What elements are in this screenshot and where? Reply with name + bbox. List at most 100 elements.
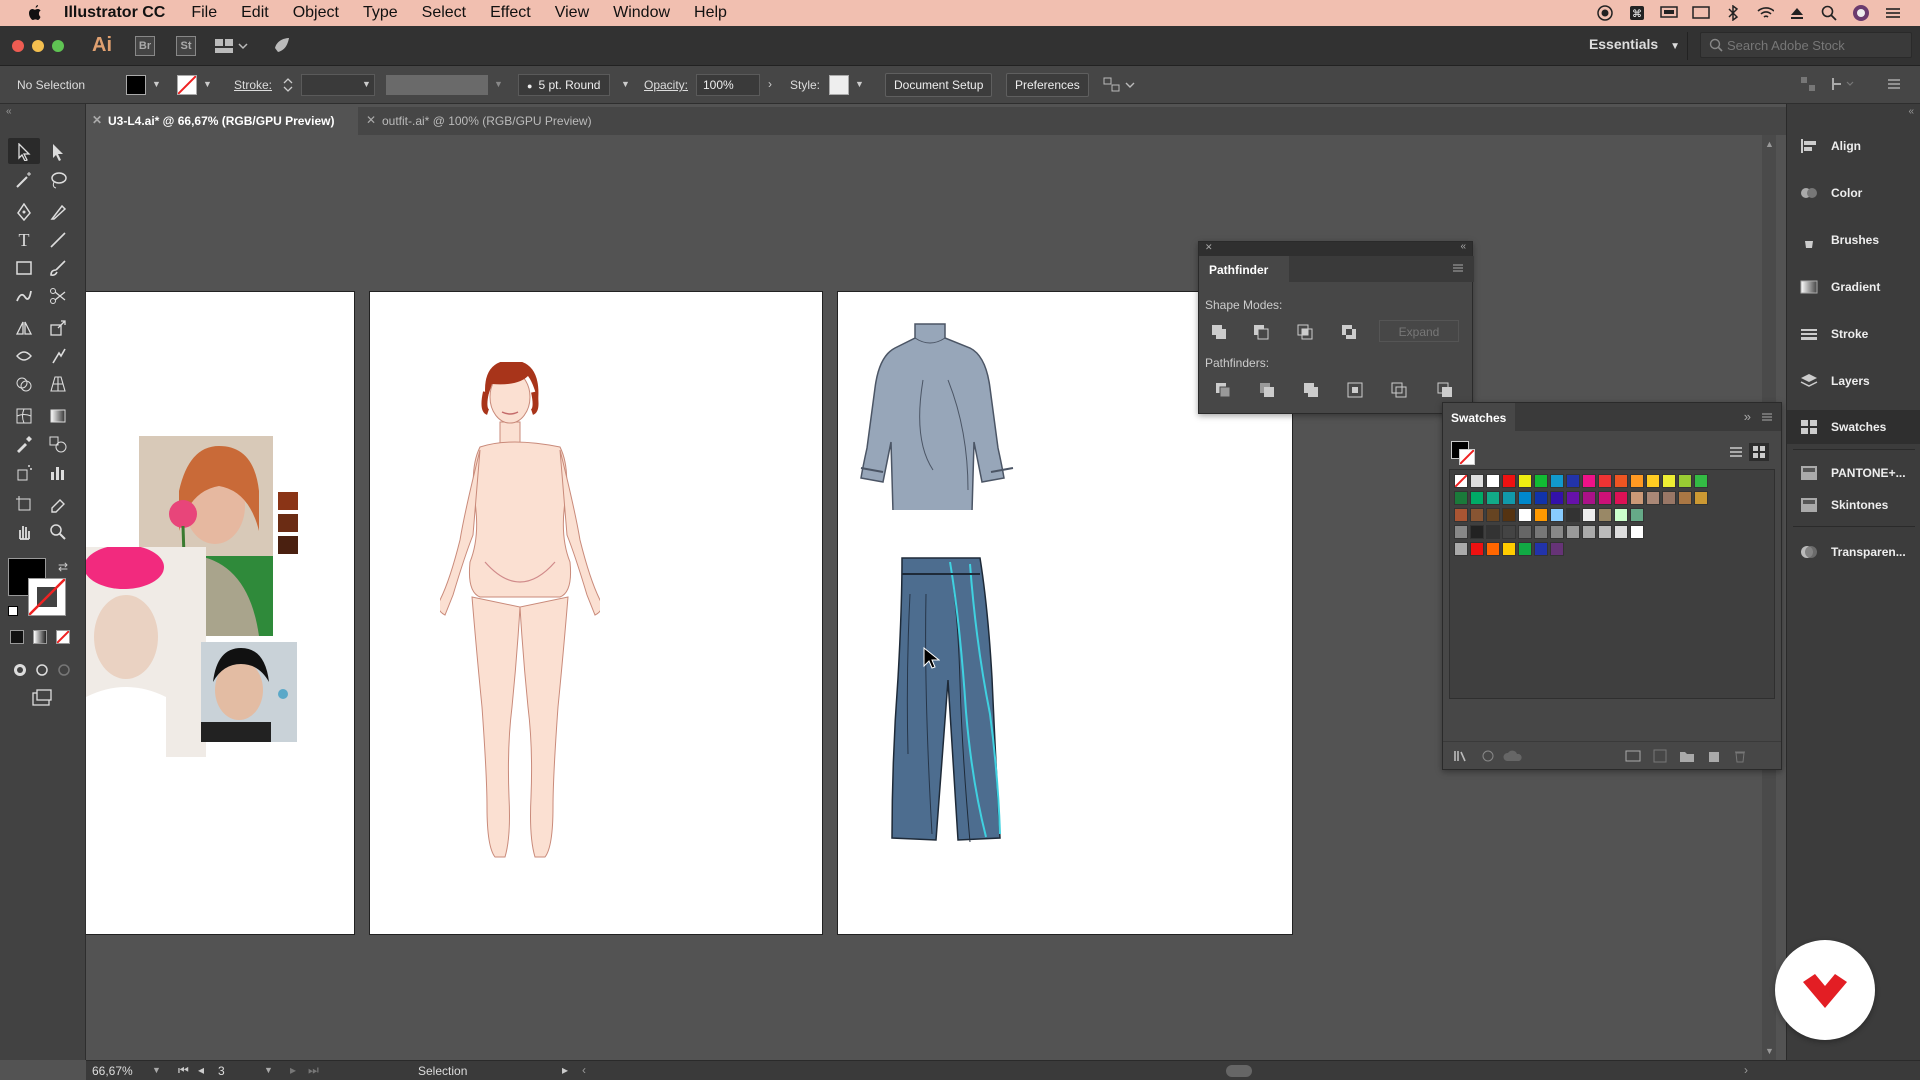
color-swatch[interactable] bbox=[1630, 525, 1644, 539]
color-swatch[interactable] bbox=[1614, 508, 1628, 522]
search-stock-input[interactable]: Search Adobe Stock bbox=[1700, 32, 1912, 58]
color-swatch[interactable] bbox=[1662, 491, 1676, 505]
last-artboard-icon[interactable]: ⏭ bbox=[308, 1063, 319, 1078]
draw-normal-icon[interactable] bbox=[8, 658, 32, 682]
menu-file[interactable]: File bbox=[191, 4, 217, 22]
dock-stroke[interactable]: Stroke bbox=[1787, 317, 1920, 351]
color-swatch[interactable] bbox=[1486, 491, 1500, 505]
color-swatch[interactable] bbox=[1518, 525, 1532, 539]
horizontal-scroll-thumb[interactable] bbox=[1226, 1065, 1252, 1077]
menu-type[interactable]: Type bbox=[363, 4, 398, 22]
color-swatch[interactable] bbox=[1454, 491, 1468, 505]
menu-object[interactable]: Object bbox=[293, 4, 339, 22]
color-swatch[interactable] bbox=[1534, 508, 1548, 522]
chevron-down-icon[interactable]: ▼ bbox=[152, 79, 161, 89]
dock-brushes[interactable]: Brushes bbox=[1787, 223, 1920, 257]
color-swatch[interactable] bbox=[1454, 474, 1468, 488]
pen-tool-icon[interactable] bbox=[12, 200, 36, 224]
gradient-tool-icon[interactable] bbox=[46, 404, 70, 428]
curvature-tool-icon[interactable] bbox=[46, 200, 70, 224]
swap-colors-icon[interactable]: ⇄ bbox=[58, 560, 68, 574]
document-setup-button[interactable]: Document Setup bbox=[885, 73, 993, 97]
chevron-down-icon[interactable]: ▼ bbox=[621, 79, 630, 89]
color-swatch[interactable] bbox=[1534, 491, 1548, 505]
graphic-style-swatch[interactable] bbox=[829, 75, 849, 95]
scroll-down-icon[interactable]: ▼ bbox=[1765, 1046, 1774, 1056]
color-swatch[interactable] bbox=[1534, 474, 1548, 488]
command-icon[interactable]: ⌘ bbox=[1628, 4, 1646, 22]
color-swatch[interactable] bbox=[1470, 491, 1484, 505]
puppet-warp-tool-icon[interactable] bbox=[46, 344, 70, 368]
color-swatch[interactable] bbox=[1518, 491, 1532, 505]
dock-gradient[interactable]: Gradient bbox=[1787, 270, 1920, 304]
close-tab-icon[interactable]: ✕ bbox=[366, 113, 376, 127]
color-swatch[interactable] bbox=[1582, 491, 1596, 505]
color-swatch[interactable] bbox=[1470, 525, 1484, 539]
intersect-icon[interactable] bbox=[1295, 322, 1315, 342]
color-swatch[interactable] bbox=[1486, 508, 1500, 522]
zoom-level[interactable]: 66,67% bbox=[92, 1064, 133, 1078]
grid-view-icon[interactable] bbox=[1749, 443, 1769, 461]
app-name-menu[interactable]: Illustrator CC bbox=[64, 4, 165, 22]
blend-tool-icon[interactable] bbox=[46, 432, 70, 456]
color-swatch[interactable] bbox=[1550, 474, 1564, 488]
previous-artboard-icon[interactable]: ◂ bbox=[198, 1063, 204, 1077]
align-options-icon[interactable] bbox=[1102, 75, 1136, 98]
color-swatch[interactable] bbox=[1566, 508, 1580, 522]
chevron-down-icon[interactable]: ▼ bbox=[855, 79, 864, 89]
eyedropper-tool-icon[interactable] bbox=[12, 432, 36, 456]
trim-icon[interactable] bbox=[1257, 380, 1277, 400]
color-swatch[interactable] bbox=[1518, 474, 1532, 488]
color-swatch[interactable] bbox=[1550, 542, 1564, 556]
stroke-label[interactable]: Stroke: bbox=[234, 78, 272, 92]
panel-menu-icon[interactable] bbox=[1886, 76, 1902, 95]
new-color-group-icon[interactable] bbox=[1679, 749, 1695, 766]
zoom-window-button[interactable] bbox=[52, 40, 64, 52]
color-swatch[interactable] bbox=[1470, 508, 1484, 522]
menu-edit[interactable]: Edit bbox=[241, 4, 269, 22]
color-swatch[interactable] bbox=[1502, 525, 1516, 539]
dock-align[interactable]: Align bbox=[1787, 129, 1920, 163]
delete-swatch-icon[interactable] bbox=[1733, 749, 1747, 766]
scroll-left-icon[interactable]: ‹ bbox=[582, 1063, 586, 1077]
reflect-tool-icon[interactable] bbox=[12, 316, 36, 340]
color-swatch[interactable] bbox=[1518, 542, 1532, 556]
bluetooth-icon[interactable] bbox=[1724, 4, 1742, 22]
scroll-right-icon[interactable]: › bbox=[1744, 1063, 1748, 1077]
new-swatch-icon[interactable] bbox=[1707, 749, 1721, 766]
color-mode-icon[interactable] bbox=[10, 630, 24, 644]
stroke-swatch[interactable] bbox=[1459, 449, 1475, 465]
eraser-tool-icon[interactable] bbox=[46, 492, 70, 516]
type-tool-icon[interactable]: T bbox=[12, 228, 36, 252]
moodboard-photo-pink-hat[interactable] bbox=[86, 545, 206, 757]
color-swatch[interactable] bbox=[1614, 474, 1628, 488]
chevron-down-icon[interactable]: ▼ bbox=[362, 79, 371, 89]
minimize-window-button[interactable] bbox=[32, 40, 44, 52]
color-swatch[interactable] bbox=[1662, 474, 1676, 488]
collapse-dock-icon[interactable]: « bbox=[1908, 106, 1914, 117]
stroke-weight-stepper[interactable] bbox=[281, 75, 295, 95]
exclude-icon[interactable] bbox=[1339, 322, 1359, 342]
menu-view[interactable]: View bbox=[555, 4, 589, 22]
screen-mirror-icon[interactable] bbox=[1660, 4, 1678, 22]
color-swatch[interactable] bbox=[1566, 474, 1580, 488]
color-swatch[interactable] bbox=[1678, 491, 1692, 505]
artboard-croquis[interactable] bbox=[369, 291, 823, 935]
bridge-button[interactable]: Br bbox=[135, 36, 155, 56]
opacity-label[interactable]: Opacity: bbox=[644, 78, 688, 92]
color-swatch[interactable] bbox=[1582, 474, 1596, 488]
rectangle-tool-icon[interactable] bbox=[12, 256, 36, 280]
swatches-tab[interactable]: Swatches bbox=[1443, 403, 1515, 431]
color-swatch[interactable] bbox=[1598, 474, 1612, 488]
record-icon[interactable] bbox=[1596, 4, 1614, 22]
color-swatch[interactable] bbox=[1454, 525, 1468, 539]
selection-tool-icon[interactable] bbox=[12, 140, 36, 164]
chevron-down-icon[interactable]: ▼ bbox=[152, 1065, 161, 1075]
color-swatch[interactable] bbox=[1598, 508, 1612, 522]
color-swatch[interactable] bbox=[1470, 542, 1484, 556]
gpu-performance-icon[interactable] bbox=[270, 36, 292, 59]
column-graph-tool-icon[interactable] bbox=[46, 460, 70, 484]
opacity-input[interactable]: 100% bbox=[696, 74, 760, 96]
tab-u3-l4[interactable]: ✕ U3-L4.ai* @ 66,67% (RGB/GPU Preview) bbox=[86, 107, 358, 135]
lasso-tool-icon[interactable] bbox=[46, 168, 70, 192]
